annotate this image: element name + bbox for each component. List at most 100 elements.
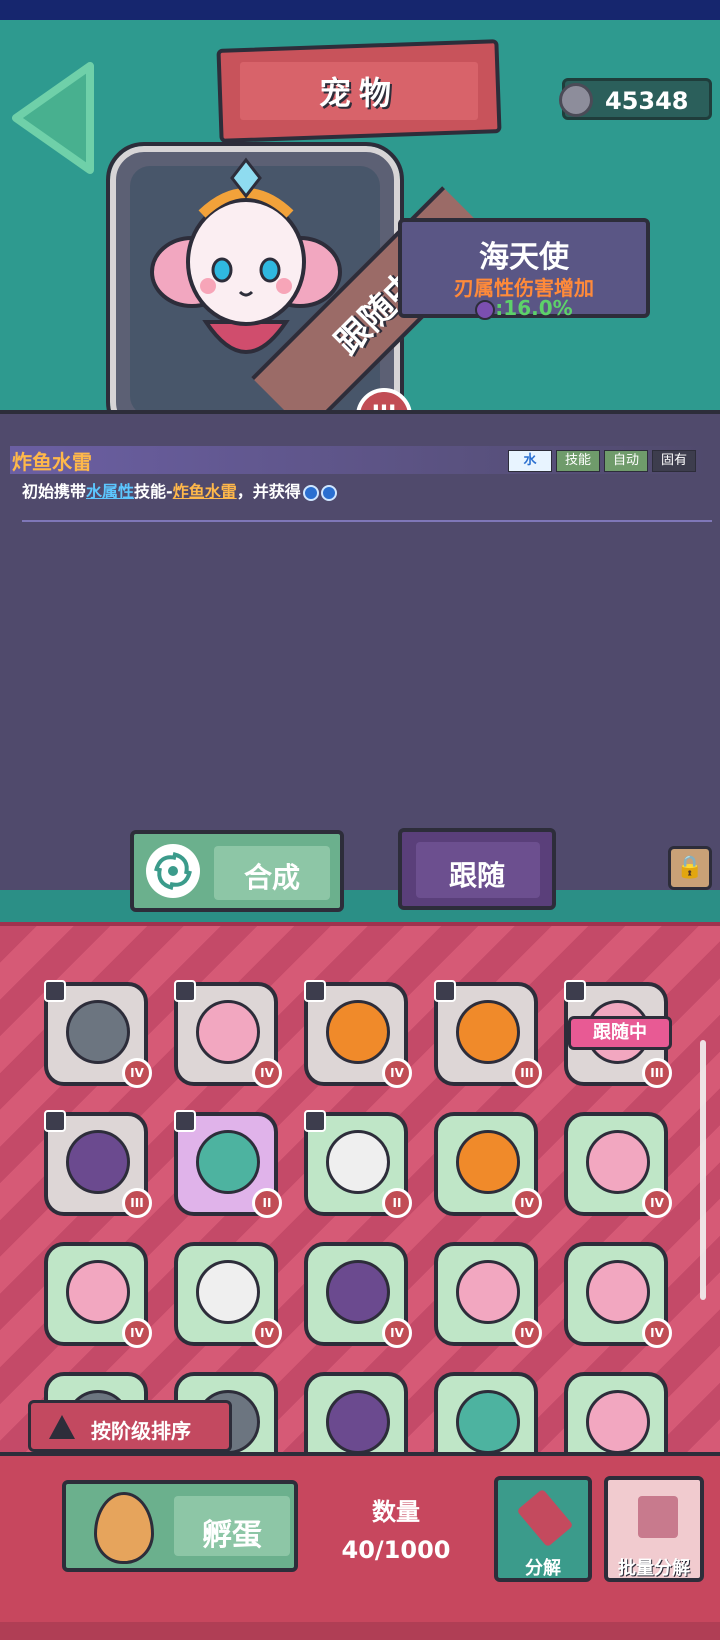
bottom-bar: 孵蛋 数量 40/1000 分解 批量分解 [0, 1452, 720, 1640]
pet-creature-icon [66, 1000, 130, 1064]
rank-badge: IV [382, 1318, 412, 1348]
egg-icon [94, 1492, 154, 1564]
lock-icon [174, 1110, 196, 1132]
water-attribute-link: 水属性 [86, 482, 135, 501]
rank-badge: IV [252, 1058, 282, 1088]
skill-link: 炸鱼水雷 [172, 482, 237, 501]
anvil-icon [638, 1496, 678, 1538]
pet-creature-icon [456, 1390, 520, 1452]
pet-tile[interactable]: IV [44, 1242, 152, 1348]
pet-tile[interactable]: IV [174, 1242, 282, 1348]
title-banner: 宠物 [216, 39, 502, 143]
hatch-label: 孵蛋 [202, 1518, 262, 1553]
count-label: 数量 [372, 1498, 420, 1526]
page-title: 宠物 [318, 74, 399, 112]
back-arrow-icon[interactable] [6, 60, 96, 175]
pet-creature-icon [456, 1000, 520, 1064]
pet-creature-icon [456, 1130, 520, 1194]
rank-badge: IV [512, 1188, 542, 1218]
hammer-icon [516, 1488, 574, 1548]
pet-tile[interactable]: III 跟随中 [564, 980, 672, 1088]
skill-description: 初始携带水属性技能-炸鱼水雷，并获得 [22, 478, 337, 502]
lock-icon [44, 1110, 66, 1132]
lock-icon [434, 980, 456, 1002]
skill-tags: 水 技能 自动 固有 [507, 450, 696, 472]
rank-badge: IV [642, 1318, 672, 1348]
pet-creature-icon [196, 1260, 260, 1324]
batch-decompose-button[interactable]: 批量分解 [604, 1476, 704, 1582]
decompose-label: 分解 [525, 1558, 561, 1579]
rank-badge: IV [512, 1318, 542, 1348]
rank-badge: IV [382, 1058, 412, 1088]
tag-auto: 自动 [603, 450, 648, 472]
pet-tile[interactable]: II [304, 1110, 412, 1218]
element-icon [475, 299, 496, 320]
decompose-button[interactable]: 分解 [494, 1476, 592, 1582]
water-drop-icon [320, 484, 337, 501]
water-drop-icon [302, 484, 319, 501]
pet-creature-icon [326, 1390, 390, 1452]
pet-creature-icon [456, 1260, 520, 1324]
lock-icon [44, 980, 66, 1002]
lock-icon [304, 1110, 326, 1132]
skill-name: 炸鱼水雷 [12, 450, 92, 474]
rank-badge: III [642, 1058, 672, 1088]
pet-tile[interactable]: IV [434, 1242, 542, 1348]
pet-tile[interactable]: II [174, 1110, 282, 1218]
scrollbar[interactable] [700, 1040, 706, 1300]
pet-tile[interactable] [564, 1372, 668, 1452]
pet-bonus-value: :16.0% [495, 296, 573, 320]
rank-badge: III [512, 1058, 542, 1088]
currency-value: 45348 [605, 87, 689, 115]
pet-creature-icon [326, 1130, 390, 1194]
pet-name: 海天使 [479, 240, 569, 275]
lock-icon[interactable]: 🔒 [668, 846, 712, 890]
pet-creature-icon [66, 1130, 130, 1194]
follow-label: 跟随 [448, 859, 505, 892]
rank-badge: IV [122, 1318, 152, 1348]
pet-tile[interactable]: III [434, 980, 542, 1088]
swirl-icon [146, 844, 200, 898]
rank-badge: II [252, 1188, 282, 1218]
tag-skill: 技能 [555, 450, 600, 472]
gear-coin-icon [559, 83, 593, 117]
pet-bonus: :16.0% [402, 296, 646, 320]
pet-creature-icon [326, 1000, 390, 1064]
pet-creature-icon [586, 1260, 650, 1324]
pet-creature-icon [326, 1260, 390, 1324]
rank-badge: II [382, 1188, 412, 1218]
pet-tile[interactable]: IV [304, 980, 412, 1088]
pet-tile[interactable]: IV [564, 1112, 672, 1218]
lock-icon [304, 980, 326, 1002]
pet-tile[interactable]: IV [44, 980, 152, 1088]
pet-creature-icon [586, 1390, 650, 1452]
following-badge: 跟随中 [568, 1016, 672, 1050]
pet-tile[interactable]: IV [174, 980, 282, 1088]
pet-grid: IV IV IV III III 跟随中 III II II IV IV IV IV IV IV IV [0, 922, 720, 1452]
sort-by-rank-button[interactable]: 按阶级排序 [28, 1400, 232, 1452]
currency-counter: 45348 [559, 78, 712, 120]
pet-creature-icon [66, 1260, 130, 1324]
pet-creature-icon [196, 1000, 260, 1064]
pet-tile[interactable]: IV [564, 1242, 672, 1348]
synthesize-button[interactable]: 合成 [130, 830, 344, 912]
pet-tile[interactable] [434, 1372, 538, 1452]
batch-decompose-label: 批量分解 [618, 1558, 690, 1579]
rank-badge: III [122, 1188, 152, 1218]
pet-creature-icon [586, 1130, 650, 1194]
lock-icon [564, 980, 586, 1002]
lock-icon [174, 980, 196, 1002]
tag-inherent: 固有 [651, 450, 696, 472]
pet-tile[interactable]: IV [434, 1112, 542, 1218]
pet-info-panel: 海天使 刃属性伤害增加 :16.0% [398, 218, 650, 320]
sort-label: 按阶级排序 [91, 1419, 191, 1443]
follow-button[interactable]: 跟随 [398, 828, 556, 910]
synthesize-label: 合成 [243, 861, 300, 894]
skill-description-panel: 炸鱼水雷 水 技能 自动 固有 初始携带水属性技能-炸鱼水雷，并获得 [0, 410, 720, 890]
pet-tile[interactable]: IV [304, 1242, 412, 1348]
count-value: 40/1000 [341, 1536, 451, 1564]
pet-tile[interactable] [304, 1372, 408, 1452]
hatch-button[interactable]: 孵蛋 [62, 1480, 298, 1572]
pet-tile[interactable]: III [44, 1110, 152, 1218]
status-bar [0, 0, 720, 20]
